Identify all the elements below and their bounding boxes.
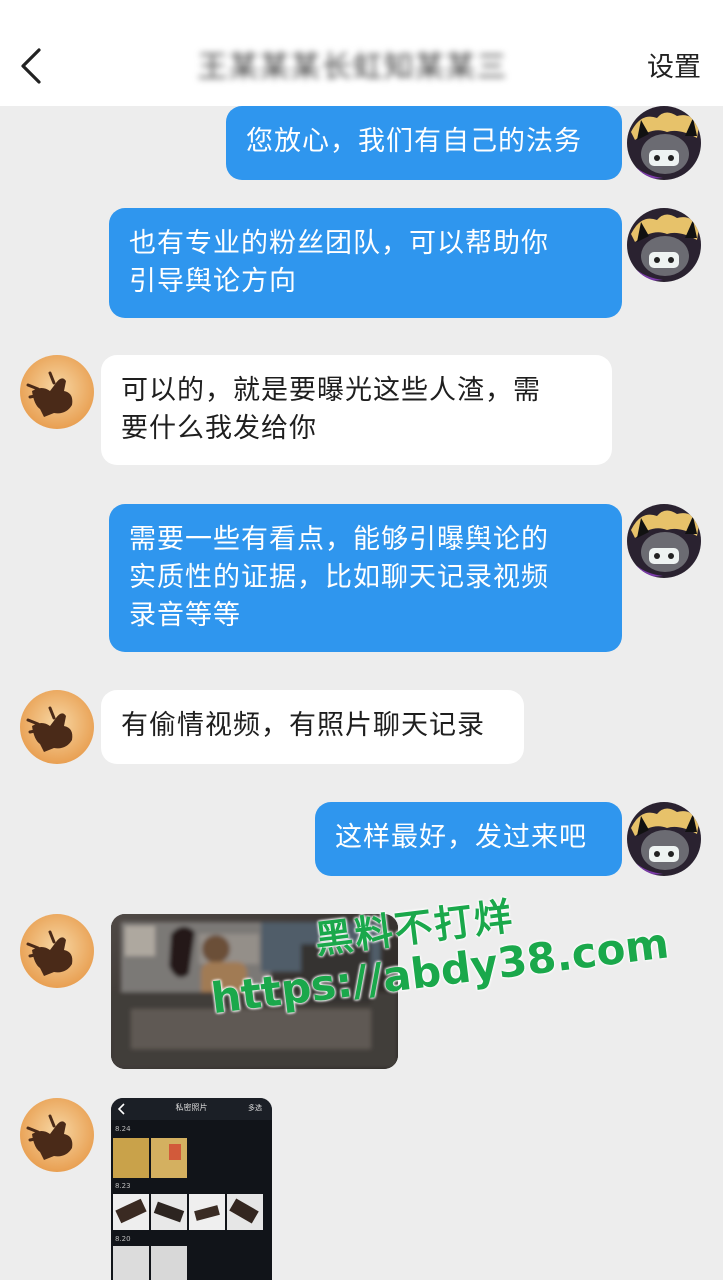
photo-thumbnail xyxy=(113,1138,149,1178)
hand-shadow-avatar-icon xyxy=(20,355,94,429)
avatar[interactable] xyxy=(627,208,701,282)
message-bubble[interactable]: 可以的，就是要曝光这些人渣，需 要什么我发给你 xyxy=(101,355,612,465)
avatar[interactable] xyxy=(627,802,701,876)
settings-button[interactable]: 设置 xyxy=(647,50,701,86)
date-label: 8.20 xyxy=(115,1235,131,1243)
message-bubble[interactable]: 有偷情视频，有照片聊天记录 xyxy=(101,690,524,764)
cartoon-character-avatar-icon xyxy=(627,504,701,578)
photo-thumbnail xyxy=(151,1194,187,1230)
avatar[interactable] xyxy=(20,1098,94,1172)
hand-shadow-avatar-icon xyxy=(20,1098,94,1172)
screenshot-action: 多选 xyxy=(248,1104,262,1112)
avatar[interactable] xyxy=(20,355,94,429)
avatar[interactable] xyxy=(627,106,701,180)
date-label: 8.23 xyxy=(115,1182,131,1190)
cartoon-character-avatar-icon xyxy=(627,106,701,180)
cartoon-character-avatar-icon xyxy=(627,208,701,282)
chat-header: 王某某某长虹知某某三 设置 xyxy=(0,0,723,106)
photo-thumbnail xyxy=(151,1246,187,1280)
hand-shadow-avatar-icon xyxy=(20,690,94,764)
date-label: 8.24 xyxy=(115,1125,131,1133)
image-message[interactable]: 私密照片 多选 8.24 8.23 8.20 xyxy=(111,1098,272,1280)
message-bubble[interactable]: 也有专业的粉丝团队，可以帮助你 引导舆论方向 xyxy=(109,208,622,318)
watermark: 黑料不打烊 https://abdy38.com xyxy=(200,853,672,1044)
message-bubble[interactable]: 您放心，我们有自己的法务 xyxy=(226,106,622,180)
photo-thumbnail xyxy=(113,1194,149,1230)
avatar[interactable] xyxy=(627,504,701,578)
chat-title: 王某某某长虹知某某三 xyxy=(197,50,508,85)
hand-shadow-avatar-icon xyxy=(20,914,94,988)
image-screenshot-header: 私密照片 多选 xyxy=(111,1098,272,1120)
cartoon-character-avatar-icon xyxy=(627,802,701,876)
photo-thumbnail xyxy=(189,1194,225,1230)
back-button[interactable] xyxy=(10,44,50,88)
avatar[interactable] xyxy=(20,690,94,764)
photo-thumbnail xyxy=(113,1246,149,1280)
message-bubble[interactable]: 需要一些有看点，能够引曝舆论的 实质性的证据，比如聊天记录视频 录音等等 xyxy=(109,504,622,652)
chevron-left-icon xyxy=(21,48,41,84)
photo-thumbnail xyxy=(227,1194,263,1230)
photo-thumbnail xyxy=(151,1138,187,1178)
avatar[interactable] xyxy=(20,914,94,988)
